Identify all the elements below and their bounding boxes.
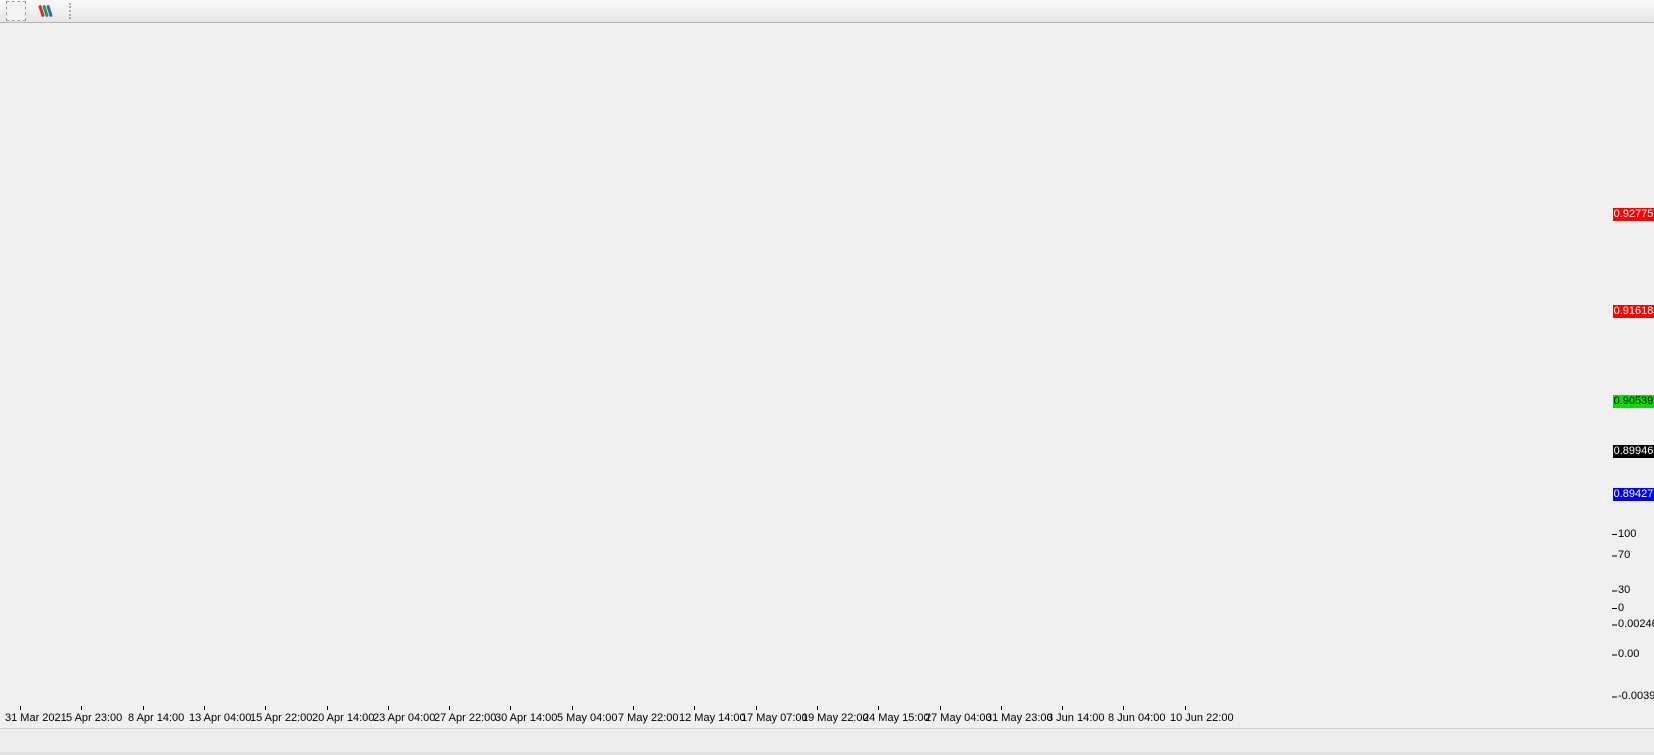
symbol-tab-bar (0, 728, 1654, 752)
date-axis-label: 17 May 07:00 (741, 712, 808, 724)
date-axis-label: 20 Apr 14:00 (312, 712, 375, 724)
toolbar-separator (69, 3, 76, 19)
date-axis-label: 27 May 04:00 (925, 712, 992, 724)
date-axis-label: 13 Apr 04:00 (189, 712, 252, 724)
chart-canvas[interactable] (0, 0, 1654, 755)
date-axis-label: 15 Apr 22:00 (250, 712, 313, 724)
price-badge-0.91618[interactable]: 0.91618 (1613, 305, 1654, 318)
date-axis-label: 7 May 22:00 (618, 712, 679, 724)
toolbar (0, 0, 1654, 23)
macd-axis-label: -0.003939 (1618, 690, 1654, 702)
current-price-badge[interactable]: 0.89946 (1613, 445, 1654, 458)
date-axis-label: 19 May 22:00 (802, 712, 869, 724)
rsi-axis-label: 70 (1618, 549, 1631, 561)
date-axis-label: 12 May 14:00 (679, 712, 746, 724)
date-axis-label: 27 Apr 22:00 (434, 712, 497, 724)
date-axis-label: 3 Jun 14:00 (1047, 712, 1105, 724)
colors-tool-button[interactable] (36, 2, 59, 20)
date-axis-label: 24 May 15:00 (863, 712, 930, 724)
date-axis-label: 31 May 23:00 (986, 712, 1053, 724)
mt4-terminal: 100 70 30 0 0.002465 0.00 -0.003939 0.92775 0.91… (0, 0, 1654, 755)
chart-title (10, 36, 40, 50)
date-axis-label: 30 Apr 14:00 (495, 712, 558, 724)
date-axis-label: 8 Jun 04:00 (1108, 712, 1166, 724)
date-axis-label: 5 May 04:00 (557, 712, 618, 724)
date-axis-label: 5 Apr 23:00 (66, 712, 123, 724)
rsi-axis-label: 30 (1618, 584, 1631, 596)
price-badge-0.90539[interactable]: 0.90539 (1613, 395, 1654, 408)
price-badge-0.89427[interactable]: 0.89427 (1613, 488, 1654, 501)
macd-axis-label: 0.002465 (1618, 618, 1654, 630)
price-badge-0.92775[interactable]: 0.92775 (1613, 208, 1654, 221)
rsi-axis-label: 100 (1618, 527, 1637, 540)
rsi-axis-label: 0 (1618, 601, 1625, 614)
crayons-icon (38, 4, 53, 18)
date-axis-label: 31 Mar 2021 (5, 712, 67, 724)
date-axis-label: 8 Apr 14:00 (128, 712, 185, 724)
macd-axis-label: 0.00 (1618, 648, 1640, 660)
date-axis-label: 10 Jun 22:00 (1170, 712, 1234, 724)
date-axis-label: 23 Apr 04:00 (373, 712, 436, 724)
text-tool-button[interactable] (6, 1, 26, 21)
